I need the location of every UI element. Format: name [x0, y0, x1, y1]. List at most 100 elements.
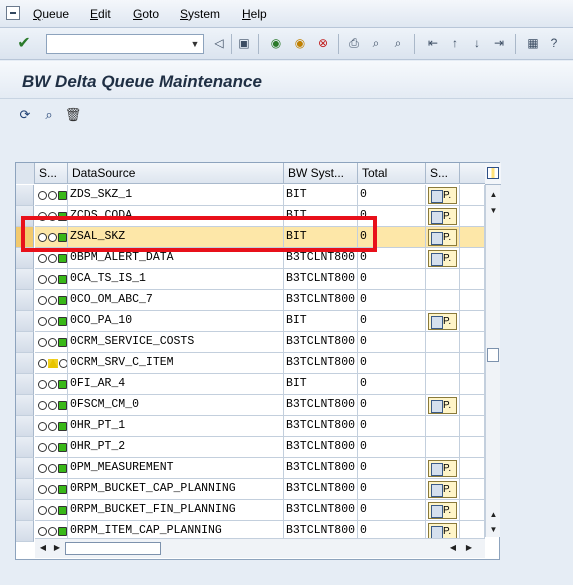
row-selector[interactable]	[16, 416, 34, 437]
cancel-icon[interactable]: ⊗	[315, 35, 331, 51]
status-light-icon	[48, 422, 57, 431]
filler-cell	[460, 206, 485, 227]
next-page-icon[interactable]: ↓	[469, 35, 485, 51]
datasource-cell: 0HR_PT_2	[68, 437, 284, 458]
print-icon[interactable]: ⎙	[346, 35, 362, 51]
table-row[interactable]: 0BPM_ALERT_DATA B3TCLNT800 0 P.	[16, 248, 485, 269]
save-icon[interactable]: ▣	[236, 35, 252, 51]
scroll-up-icon[interactable]: ▲	[488, 509, 499, 520]
table-row[interactable]: 0RPM_BUCKET_CAP_PLANNING B3TCLNT800 0 P.	[16, 479, 485, 500]
table-row[interactable]: 0CRM_SRV_C_ITEM B3TCLNT800 0	[16, 353, 485, 374]
stat-button[interactable]: P.	[428, 397, 457, 414]
table-row[interactable]: 0HR_PT_2 B3TCLNT800 0	[16, 437, 485, 458]
back-icon[interactable]: ◁	[211, 35, 227, 51]
filler-cell	[460, 374, 485, 395]
column-header-datasource[interactable]: DataSource	[68, 163, 284, 184]
scroll-right-icon[interactable]: ▶	[52, 543, 62, 553]
table-row[interactable]: 0CA_TS_IS_1 B3TCLNT800 0	[16, 269, 485, 290]
row-selector[interactable]	[16, 374, 34, 395]
table-row[interactable]: 0CRM_SERVICE_COSTS B3TCLNT800 0	[16, 332, 485, 353]
row-selector[interactable]	[16, 185, 34, 206]
back-green-icon[interactable]: ◉	[268, 35, 284, 51]
menu-system[interactable]: System	[180, 7, 220, 21]
stat-button[interactable]: P.	[428, 250, 457, 267]
total-cell: 0	[358, 248, 426, 269]
row-selector[interactable]	[16, 206, 34, 227]
menu-goto[interactable]: Goto	[133, 7, 159, 21]
table-row[interactable]: 0PM_MEASUREMENT B3TCLNT800 0 P.	[16, 458, 485, 479]
delete-icon[interactable]: 🗑	[64, 106, 82, 124]
enter-icon[interactable]: ✔	[14, 34, 34, 54]
scroll-thumb[interactable]	[65, 542, 161, 555]
total-cell: 0	[358, 332, 426, 353]
row-selector[interactable]	[16, 290, 34, 311]
exit-icon[interactable]: ◉	[292, 35, 308, 51]
column-header-total[interactable]: Total	[358, 163, 426, 184]
row-selector[interactable]	[16, 479, 34, 500]
table-row[interactable]: ZCDS_CODA BIT 0 P.	[16, 206, 485, 227]
last-page-icon[interactable]: ⇥	[491, 35, 507, 51]
column-header-bw-system[interactable]: BW Syst...	[284, 163, 358, 184]
column-header-status[interactable]: S...	[35, 163, 68, 184]
stat-button[interactable]: P.	[428, 481, 457, 498]
row-selector[interactable]	[16, 437, 34, 458]
system-menu-icon[interactable]	[6, 6, 20, 20]
menu-edit[interactable]: Edit	[90, 7, 111, 21]
stat-button[interactable]: P.	[428, 208, 457, 225]
table-row[interactable]: ZDS_SKZ_1 BIT 0 P.	[16, 185, 485, 206]
refresh-icon[interactable]: ⟳	[16, 106, 34, 124]
stat-button[interactable]: P.	[428, 460, 457, 477]
horizontal-scrollbar[interactable]: ◀ ▶	[164, 538, 485, 558]
column-settings-button[interactable]	[485, 163, 501, 185]
scroll-thumb[interactable]	[487, 348, 499, 362]
find-next-icon[interactable]: ⌕	[390, 35, 406, 51]
scroll-down-icon[interactable]: ▼	[488, 205, 499, 216]
table-row[interactable]: ZSAL_SKZ BIT 0 P.	[16, 227, 485, 248]
scroll-left-icon[interactable]: ◀	[38, 543, 48, 553]
row-selector[interactable]	[16, 500, 34, 521]
total-cell: 0	[358, 290, 426, 311]
select-all-cell[interactable]	[16, 163, 35, 184]
stat-button[interactable]: P.	[428, 187, 457, 204]
stat-button[interactable]: P.	[428, 313, 457, 330]
row-selector[interactable]	[16, 248, 34, 269]
row-selector[interactable]	[16, 458, 34, 479]
layout-icon[interactable]: ▦	[525, 35, 541, 51]
command-field[interactable]: ▼	[46, 34, 204, 54]
row-selector[interactable]	[16, 227, 34, 248]
traffic-light-icon	[38, 190, 67, 200]
find-icon[interactable]: ⌕	[368, 35, 384, 51]
vertical-scrollbar[interactable]: ▲ ▼ ▲ ▼	[485, 185, 500, 537]
scroll-left-icon[interactable]: ◀	[448, 543, 458, 553]
table-row[interactable]: 0FI_AR_4 BIT 0	[16, 374, 485, 395]
menu-help[interactable]: Help	[242, 7, 267, 21]
row-selector[interactable]	[16, 353, 34, 374]
scroll-right-icon[interactable]: ▶	[464, 543, 474, 553]
table-row[interactable]: 0HR_PT_1 B3TCLNT800 0	[16, 416, 485, 437]
scroll-up-icon[interactable]: ▲	[488, 189, 499, 200]
table-row[interactable]: 0CO_PA_10 BIT 0 P.	[16, 311, 485, 332]
display-entries-icon[interactable]: ⌕	[40, 106, 58, 124]
chevron-down-icon[interactable]: ▼	[187, 35, 203, 53]
first-page-icon[interactable]: ⇤	[425, 35, 441, 51]
row-selector[interactable]	[16, 521, 34, 542]
help-icon[interactable]: ?	[546, 35, 562, 51]
status-light-icon	[58, 443, 67, 452]
table-row[interactable]: 0FSCM_CM_0 B3TCLNT800 0 P.	[16, 395, 485, 416]
stat-button[interactable]: P.	[428, 502, 457, 519]
table-row[interactable]: 0CO_OM_ABC_7 B3TCLNT800 0	[16, 290, 485, 311]
row-selector[interactable]	[16, 395, 34, 416]
horizontal-scrollbar-fixed[interactable]: ◀ ▶	[35, 538, 164, 558]
traffic-light-icon	[38, 400, 67, 410]
menu-queue[interactable]: Queue	[33, 7, 69, 21]
scroll-down-icon[interactable]: ▼	[488, 524, 499, 535]
previous-page-icon[interactable]: ↑	[447, 35, 463, 51]
table-row[interactable]: 0RPM_BUCKET_FIN_PLANNING B3TCLNT800 0 P.	[16, 500, 485, 521]
row-selector[interactable]	[16, 332, 34, 353]
row-selector[interactable]	[16, 311, 34, 332]
traffic-light-icon	[38, 337, 67, 347]
column-header-stat[interactable]: S...	[426, 163, 460, 184]
row-selector[interactable]	[16, 269, 34, 290]
status-light-icon	[58, 275, 67, 284]
stat-button[interactable]: P.	[428, 229, 457, 246]
